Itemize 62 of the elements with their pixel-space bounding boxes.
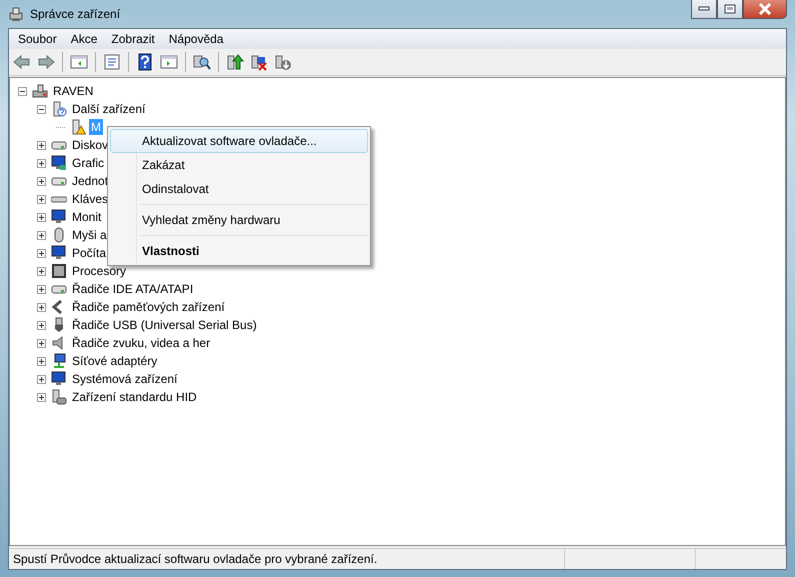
menu-item[interactable]: Vlastnosti bbox=[110, 239, 368, 263]
expand-icon[interactable] bbox=[37, 284, 46, 294]
close-button[interactable] bbox=[743, 0, 787, 19]
tree-item[interactable]: Řadiče zvuku, videa a her bbox=[70, 335, 212, 351]
tree-item[interactable]: Grafic bbox=[70, 155, 106, 171]
expand-icon[interactable] bbox=[37, 176, 46, 186]
unknown-device-icon bbox=[51, 101, 67, 117]
tree-item[interactable]: Řadiče USB (Universal Serial Bus) bbox=[70, 317, 259, 333]
expand-icon[interactable] bbox=[37, 356, 46, 366]
device-icon bbox=[51, 389, 67, 405]
display-icon bbox=[51, 155, 67, 171]
collapse-icon[interactable] bbox=[18, 86, 27, 96]
menu-item[interactable]: Nápověda bbox=[162, 32, 230, 46]
monitor-icon bbox=[51, 371, 67, 387]
maximize-icon bbox=[724, 4, 736, 14]
tree-item[interactable]: Kláves bbox=[70, 191, 110, 207]
tree-item[interactable]: Monit bbox=[70, 209, 104, 225]
tree-item[interactable]: Myši a bbox=[70, 227, 109, 243]
window-title: Správce zařízení bbox=[30, 7, 120, 21]
tree-item[interactable]: Jednot bbox=[70, 173, 110, 189]
expand-icon[interactable] bbox=[37, 248, 46, 258]
warning-device-icon bbox=[70, 119, 86, 135]
menu-item[interactable]: Soubor bbox=[11, 32, 64, 46]
expand-icon[interactable] bbox=[37, 374, 46, 384]
expand-icon[interactable] bbox=[37, 320, 46, 330]
tree-item[interactable]: Zařízení standardu HID bbox=[70, 389, 199, 405]
menu-item[interactable]: Odinstalovat bbox=[110, 177, 368, 201]
expand-icon[interactable] bbox=[37, 302, 46, 312]
status-text: Spustí Průvodce aktualizací softwaru ovladače pro vybrané zařízení. bbox=[12, 551, 378, 568]
tree-item[interactable]: Procesory bbox=[70, 263, 128, 279]
device-manager-icon bbox=[8, 6, 24, 22]
expand-icon[interactable] bbox=[37, 338, 46, 348]
tree-item[interactable]: Počíta bbox=[70, 245, 108, 261]
expand-icon[interactable] bbox=[37, 158, 46, 168]
menu-item[interactable]: Akce bbox=[64, 32, 104, 46]
tree-item[interactable]: Řadiče IDE ATA/ATAPI bbox=[70, 281, 196, 297]
chip-icon bbox=[51, 263, 67, 279]
tree-item[interactable]: Systémová zařízení bbox=[70, 371, 180, 387]
menu-item[interactable]: Aktualizovat software ovladače... bbox=[110, 129, 368, 153]
expand-icon[interactable] bbox=[37, 392, 46, 402]
computer-icon bbox=[32, 83, 48, 99]
monitor-icon bbox=[51, 209, 67, 225]
monitor-icon bbox=[51, 245, 67, 261]
close-icon bbox=[758, 3, 772, 15]
tree-item[interactable]: RAVEN bbox=[51, 83, 96, 99]
collapse-icon[interactable] bbox=[37, 104, 46, 114]
maximize-button[interactable] bbox=[717, 0, 743, 19]
tree-item[interactable]: Další zařízení bbox=[70, 101, 148, 117]
expand-icon[interactable] bbox=[37, 194, 46, 204]
expand-icon[interactable] bbox=[37, 212, 46, 222]
expand-icon[interactable] bbox=[37, 140, 46, 150]
menu-item[interactable]: Zobrazit bbox=[104, 32, 162, 46]
minimize-icon bbox=[698, 6, 710, 12]
menu-item[interactable]: Zakázat bbox=[110, 153, 368, 177]
tree-item[interactable]: Síťové adaptéry bbox=[70, 353, 160, 369]
menu-item[interactable]: Vyhledat změny hardwaru bbox=[110, 208, 368, 232]
minimize-button[interactable] bbox=[691, 0, 717, 19]
network-icon bbox=[51, 353, 67, 369]
tree-item[interactable]: Řadiče paměťových zařízení bbox=[70, 299, 227, 315]
expand-icon[interactable] bbox=[37, 230, 46, 240]
expand-icon[interactable] bbox=[37, 266, 46, 276]
tree-item[interactable]: Diskov bbox=[70, 137, 110, 153]
